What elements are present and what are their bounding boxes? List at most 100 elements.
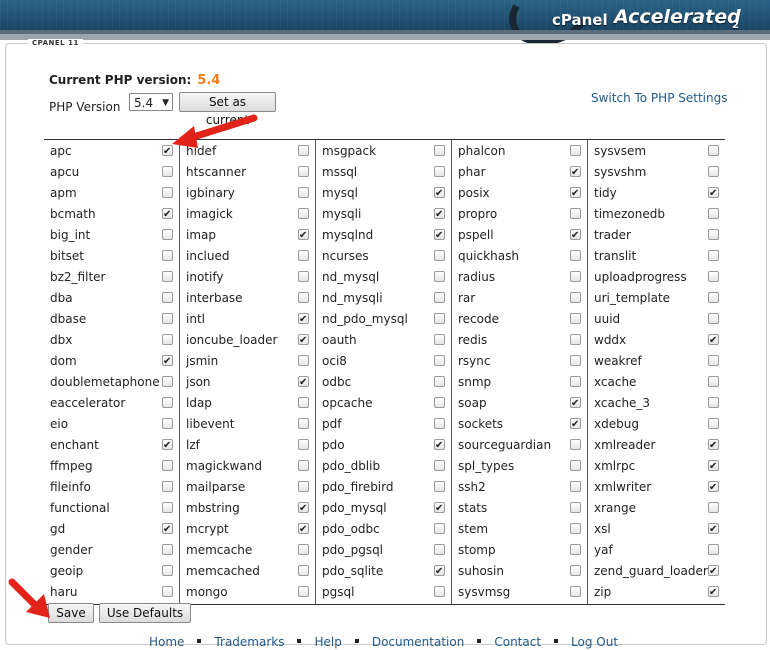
extension-checkbox[interactable] — [570, 250, 581, 261]
extension-checkbox[interactable] — [570, 544, 581, 555]
extension-checkbox[interactable] — [298, 166, 309, 177]
extension-checkbox[interactable] — [708, 502, 719, 513]
extension-checkbox[interactable] — [570, 355, 581, 366]
extension-checkbox[interactable] — [298, 544, 309, 555]
extension-checkbox[interactable] — [570, 313, 581, 324]
extension-checkbox[interactable] — [434, 523, 445, 534]
extension-checkbox[interactable] — [434, 145, 445, 156]
footer-link-trademarks[interactable]: Trademarks — [214, 635, 284, 649]
extension-checkbox[interactable] — [298, 519, 309, 540]
extension-checkbox[interactable] — [162, 271, 173, 282]
extension-checkbox[interactable] — [434, 397, 445, 408]
extension-checkbox[interactable] — [162, 250, 173, 261]
extension-checkbox[interactable] — [570, 393, 581, 414]
extension-checkbox[interactable] — [708, 544, 719, 555]
extension-checkbox[interactable] — [298, 498, 309, 519]
extension-checkbox[interactable] — [298, 372, 309, 393]
extension-checkbox[interactable] — [434, 334, 445, 345]
extension-checkbox[interactable] — [162, 544, 173, 555]
extension-checkbox[interactable] — [162, 565, 173, 576]
extension-checkbox[interactable] — [162, 313, 173, 324]
extension-checkbox[interactable] — [570, 586, 581, 597]
extension-checkbox[interactable] — [298, 292, 309, 303]
extension-checkbox[interactable] — [298, 586, 309, 597]
extension-checkbox[interactable] — [708, 418, 719, 429]
extension-checkbox[interactable] — [570, 439, 581, 450]
extension-checkbox[interactable] — [570, 334, 581, 345]
extension-checkbox[interactable] — [570, 145, 581, 156]
footer-link-help[interactable]: Help — [314, 635, 341, 649]
extension-checkbox[interactable] — [570, 183, 581, 204]
extension-checkbox[interactable] — [708, 208, 719, 219]
extension-checkbox[interactable] — [570, 523, 581, 534]
extension-checkbox[interactable] — [708, 561, 719, 582]
use-defaults-button[interactable]: Use Defaults — [99, 603, 191, 623]
extension-checkbox[interactable] — [708, 166, 719, 177]
extension-checkbox[interactable] — [708, 330, 719, 351]
footer-link-log-out[interactable]: Log Out — [571, 635, 618, 649]
extension-checkbox[interactable] — [162, 460, 173, 471]
extension-checkbox[interactable] — [298, 330, 309, 351]
extension-checkbox[interactable] — [434, 561, 445, 582]
extension-checkbox[interactable] — [162, 519, 173, 540]
extension-checkbox[interactable] — [708, 582, 719, 603]
extension-checkbox[interactable] — [434, 498, 445, 519]
footer-link-documentation[interactable]: Documentation — [372, 635, 465, 649]
extension-checkbox[interactable] — [162, 376, 173, 387]
extension-checkbox[interactable] — [162, 481, 173, 492]
extension-checkbox[interactable] — [434, 481, 445, 492]
extension-checkbox[interactable] — [570, 225, 581, 246]
extension-checkbox[interactable] — [298, 355, 309, 366]
extension-checkbox[interactable] — [162, 502, 173, 513]
extension-checkbox[interactable] — [708, 271, 719, 282]
extension-checkbox[interactable] — [298, 460, 309, 471]
extension-checkbox[interactable] — [162, 586, 173, 597]
extension-checkbox[interactable] — [298, 250, 309, 261]
extension-checkbox[interactable] — [434, 460, 445, 471]
extension-checkbox[interactable] — [162, 229, 173, 240]
extension-checkbox[interactable] — [162, 292, 173, 303]
extension-checkbox[interactable] — [708, 376, 719, 387]
extension-checkbox[interactable] — [570, 565, 581, 576]
extension-checkbox[interactable] — [708, 183, 719, 204]
extension-checkbox[interactable] — [708, 456, 719, 477]
extension-checkbox[interactable] — [162, 204, 173, 225]
extension-checkbox[interactable] — [298, 481, 309, 492]
extension-checkbox[interactable] — [298, 309, 309, 330]
extension-checkbox[interactable] — [434, 376, 445, 387]
set-as-current-button[interactable]: Set as current — [179, 92, 276, 127]
extension-checkbox[interactable] — [162, 418, 173, 429]
footer-link-home[interactable]: Home — [149, 635, 184, 649]
extension-checkbox[interactable] — [434, 225, 445, 246]
extension-checkbox[interactable] — [434, 250, 445, 261]
extension-checkbox[interactable] — [434, 355, 445, 366]
extension-checkbox[interactable] — [434, 586, 445, 597]
extension-checkbox[interactable] — [570, 376, 581, 387]
php-version-select[interactable]: 5.4 ▼ — [129, 93, 173, 111]
extension-checkbox[interactable] — [434, 271, 445, 282]
extension-checkbox[interactable] — [708, 397, 719, 408]
extension-checkbox[interactable] — [298, 225, 309, 246]
extension-checkbox[interactable] — [298, 187, 309, 198]
extension-checkbox[interactable] — [434, 418, 445, 429]
extension-checkbox[interactable] — [708, 355, 719, 366]
extension-checkbox[interactable] — [298, 418, 309, 429]
extension-checkbox[interactable] — [162, 334, 173, 345]
extension-checkbox[interactable] — [708, 313, 719, 324]
extension-checkbox[interactable] — [434, 183, 445, 204]
extension-checkbox[interactable] — [162, 166, 173, 177]
extension-checkbox[interactable] — [570, 502, 581, 513]
extension-checkbox[interactable] — [298, 397, 309, 408]
extension-checkbox[interactable] — [570, 460, 581, 471]
extension-checkbox[interactable] — [708, 145, 719, 156]
extension-checkbox[interactable] — [708, 292, 719, 303]
extension-checkbox[interactable] — [162, 351, 173, 372]
extension-checkbox[interactable] — [434, 544, 445, 555]
extension-checkbox[interactable] — [434, 204, 445, 225]
extension-checkbox[interactable] — [570, 162, 581, 183]
extension-checkbox[interactable] — [298, 208, 309, 219]
extension-checkbox[interactable] — [434, 166, 445, 177]
switch-to-php-settings-link[interactable]: Switch To PHP Settings — [591, 91, 727, 105]
extension-checkbox[interactable] — [434, 313, 445, 324]
extension-checkbox[interactable] — [162, 141, 173, 162]
